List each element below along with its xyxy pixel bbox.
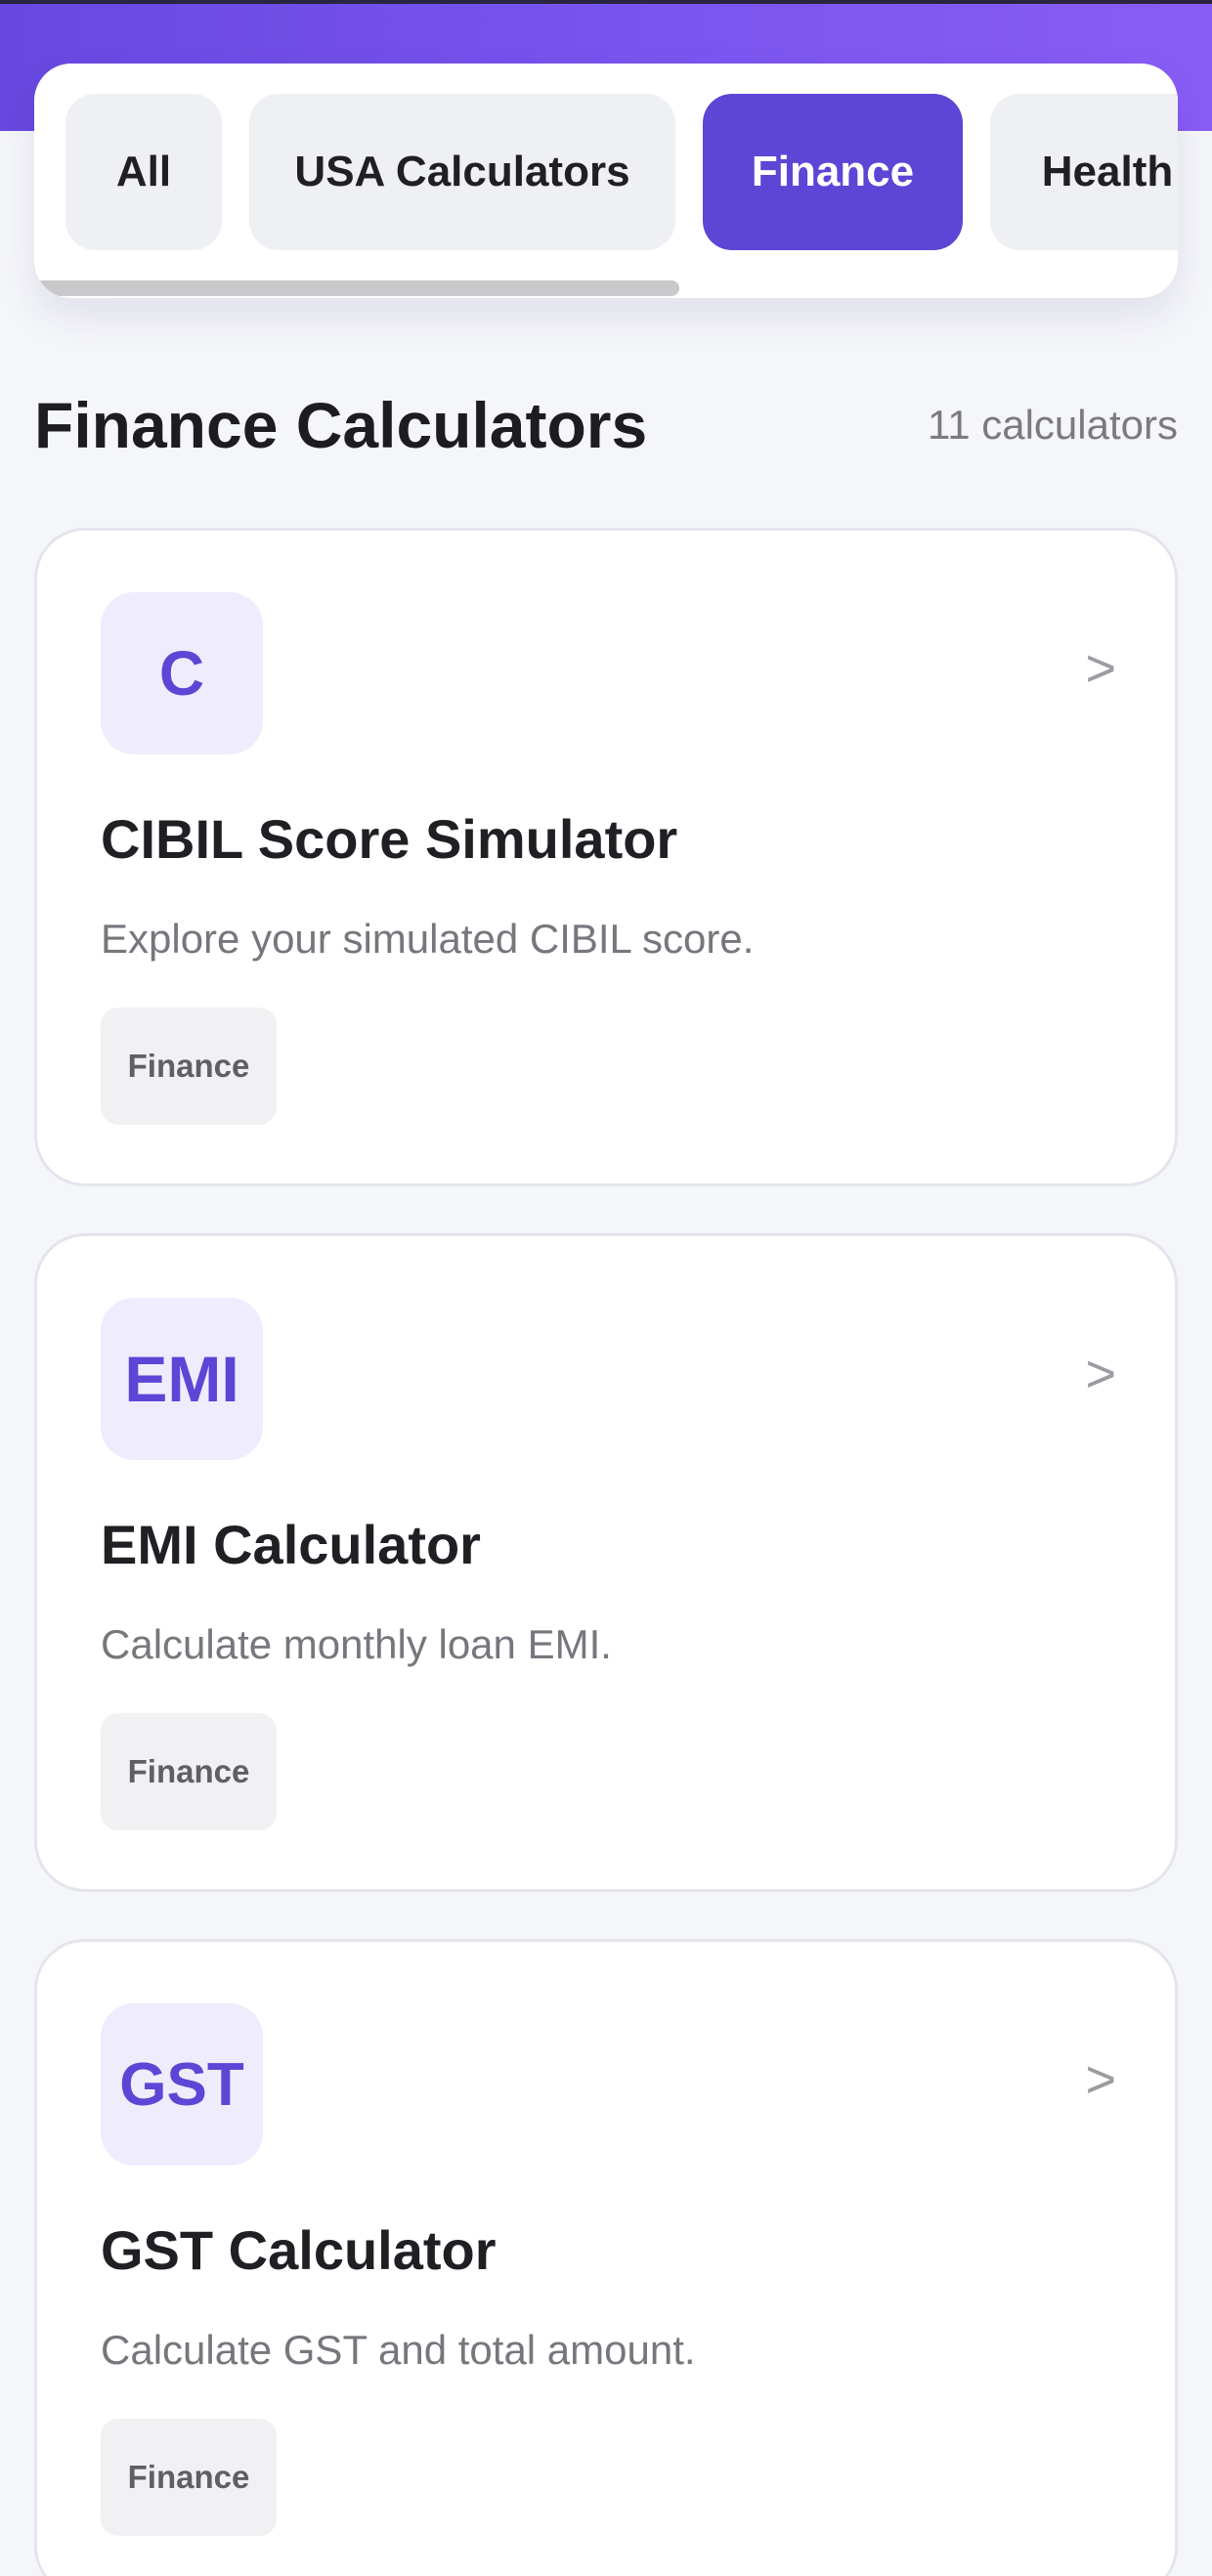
section-title: Finance Calculators — [34, 389, 648, 461]
category-tag: Finance — [101, 1713, 277, 1830]
card-title: EMI Calculator — [101, 1514, 481, 1575]
chevron-right-icon[interactable]: > — [1085, 2049, 1116, 2110]
tab-finance[interactable]: Finance — [703, 94, 963, 250]
section-header: Finance Calculators 11 calculators — [34, 381, 1178, 469]
tab-all[interactable]: All — [65, 94, 222, 250]
calculator-count: 11 calculators — [927, 402, 1178, 448]
chevron-right-icon[interactable]: > — [1085, 638, 1116, 699]
category-tag: Finance — [101, 1008, 277, 1125]
card-description: Calculate monthly loan EMI. — [101, 1621, 612, 1667]
category-tabs-bar: All USA Calculators Finance Health — [34, 64, 1178, 298]
category-tag: Finance — [101, 2419, 277, 2536]
tab-health[interactable]: Health — [990, 94, 1178, 250]
calculator-card-emi[interactable]: EMI > EMI Calculator Calculate monthly l… — [34, 1233, 1178, 1892]
calculator-card-gst[interactable]: GST > GST Calculator Calculate GST and t… — [34, 1939, 1178, 2576]
card-badge-icon: EMI — [101, 1298, 263, 1460]
category-tabs: All USA Calculators Finance Health — [65, 94, 1178, 250]
tabs-scrollbar-thumb[interactable] — [34, 280, 679, 296]
card-title: CIBIL Score Simulator — [101, 808, 678, 870]
chevron-right-icon[interactable]: > — [1085, 1344, 1116, 1404]
card-title: GST Calculator — [101, 2219, 497, 2281]
tab-usa-calculators[interactable]: USA Calculators — [249, 94, 675, 250]
card-badge-icon: C — [101, 592, 263, 754]
page: All USA Calculators Finance Health Finan… — [0, 0, 1212, 2576]
card-description: Calculate GST and total amount. — [101, 2327, 696, 2373]
tabs-scrollbar[interactable] — [34, 280, 1178, 298]
card-description: Explore your simulated CIBIL score. — [101, 916, 755, 962]
card-badge-icon: GST — [101, 2003, 263, 2166]
calculator-card-cibil[interactable]: C > CIBIL Score Simulator Explore your s… — [34, 528, 1178, 1186]
